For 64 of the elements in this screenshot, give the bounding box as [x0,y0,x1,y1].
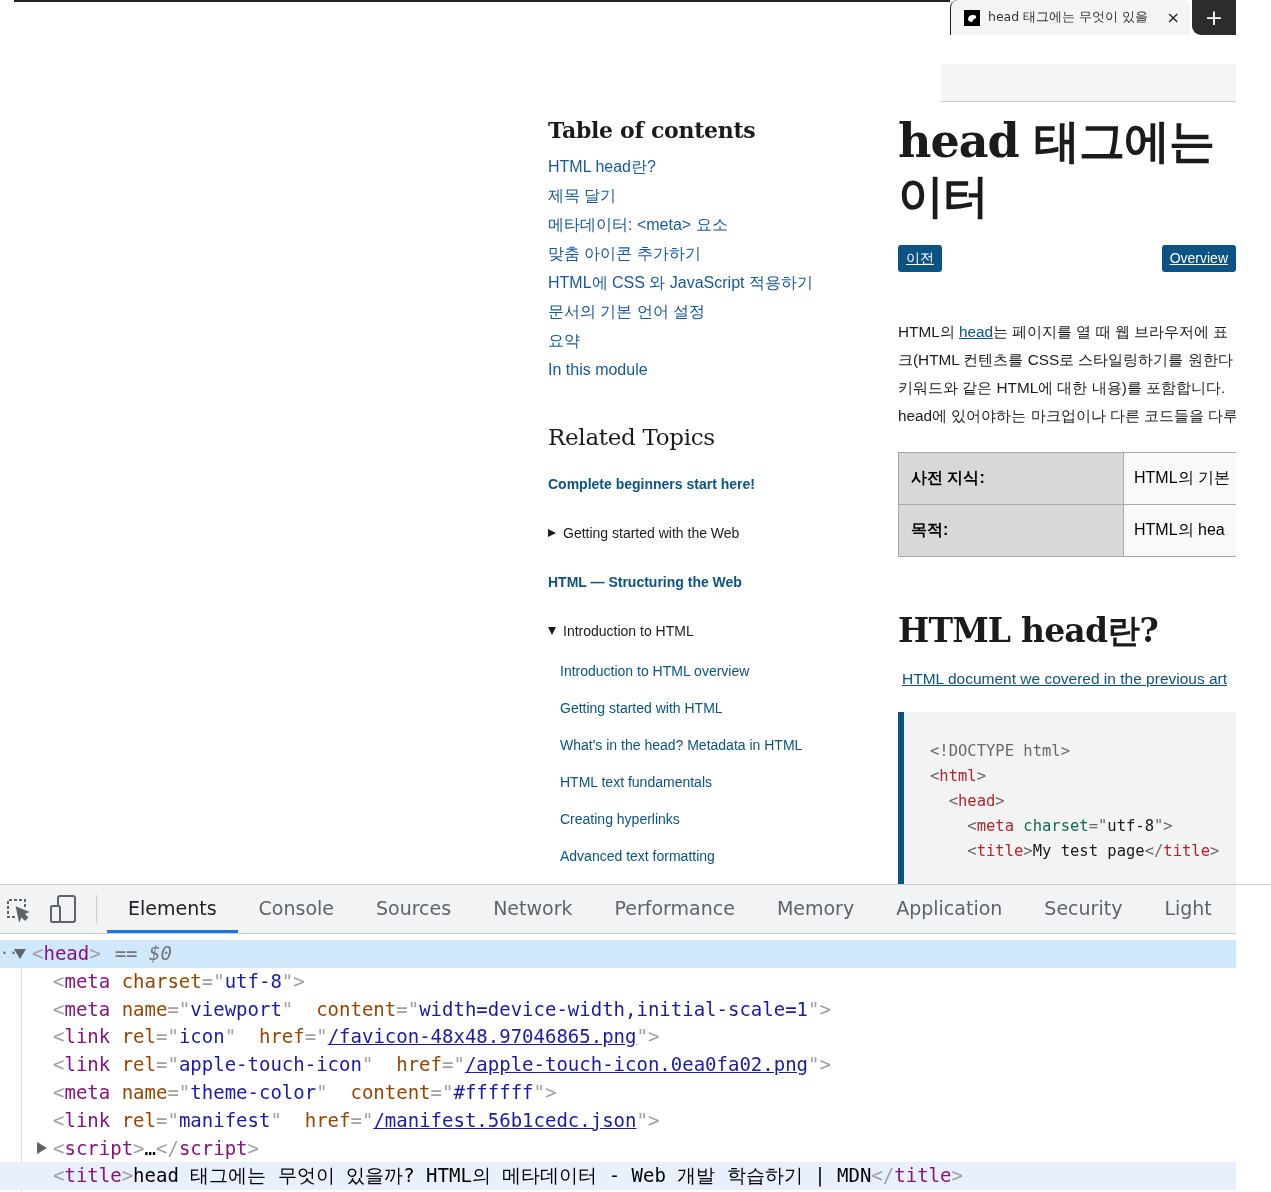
module-link[interactable]: What's in the head? Metadata in HTML [560,727,803,764]
module-link[interactable]: Introduction to HTML overview [560,653,750,690]
code-line: <meta charset="utf-8"> [966,816,1173,837]
devtools-tab[interactable]: Elements [107,885,238,933]
devtools-tab[interactable]: Application [875,885,1024,933]
text-link[interactable]: head [958,323,993,340]
code-line: <title>My test page</title> [966,841,1220,862]
code-line: <head> [947,791,1005,812]
module-link[interactable]: Creating hyperlinks [560,801,680,838]
table-header-cell: 목적: [898,504,1124,557]
group-label: Getting started with the Web [563,524,740,543]
dom-node[interactable]: <script>…</script> [53,1134,259,1163]
toc-link[interactable]: 메타데이터: <meta> 요소 [548,210,728,239]
toc-link[interactable]: In this module [548,355,648,384]
toc-link[interactable]: 맞춤 아이콘 추가하기 [548,239,701,268]
dom-node[interactable]: <head> [32,940,101,968]
module-link[interactable]: Advanced text formatting [560,838,715,875]
code-line: <html> [930,766,986,787]
toc-link[interactable]: 요약 [548,326,580,355]
new-tab-button[interactable]: + [1192,0,1236,35]
toc-link[interactable]: HTML head란? [548,152,656,181]
dom-node[interactable]: <meta name="theme-color" content="#ffffff"> [53,1079,557,1107]
related-topics-heading: Related Topics [548,424,716,450]
dom-node[interactable]: <link rel="icon" href="/favicon-48x48.97046865.png"> [53,1023,660,1052]
toc-link[interactable]: HTML에 CSS 와 JavaScript 적용하기 [548,268,813,297]
group-toggle[interactable]: Introduction to HTML [548,621,898,641]
module-link[interactable]: HTML text fundamentals [560,764,712,801]
section-link[interactable]: HTML — Structuring the Web [548,572,742,592]
devtools-tab[interactable]: Light [1143,885,1233,933]
nav-button[interactable]: Overview [1161,245,1236,272]
toc-link[interactable]: 제목 달기 [548,181,617,210]
expanded-triangle-icon[interactable] [14,948,26,959]
devtools-tab[interactable]: Console [237,885,355,933]
module-link[interactable]: Getting started with HTML [560,690,723,727]
section-heading: HTML head란? [898,610,1158,652]
close-button[interactable]: × [1164,8,1182,27]
devtools-tab[interactable]: Performance [593,885,756,933]
table-cell: HTML의 기본 [1123,452,1236,505]
dom-node[interactable]: <meta charset="utf-8"> [53,967,305,996]
devtools-tab[interactable]: Memory [755,885,876,933]
group-label: Introduction to HTML [563,622,694,641]
page-heading: 이터 [898,169,988,224]
console-reference: == $0 [114,941,172,966]
dom-node[interactable]: <meta name="viewport" content="width=device-width,initial-scale=1"> [53,995,831,1024]
toc-heading: Table of contents [548,117,757,143]
nav-button[interactable]: 이전 [898,245,942,272]
devtools-tab[interactable]: Security [1023,885,1144,933]
table-cell: HTML의 hea [1123,504,1236,557]
favicon-icon [964,9,980,26]
inspect-icon [5,896,30,922]
text-link[interactable]: HTML document we covered in the previous art [902,670,1228,688]
dom-node[interactable]: <link rel="apple-touch-icon" href="/apple-touch-icon.0ea0fa02.png"> [53,1051,831,1079]
section-link[interactable]: Complete beginners start here! [548,474,755,494]
browser-tab[interactable]: head 태그에는 무엇이 있을 × [950,0,1190,35]
code-line: <!DOCTYPE html> [930,741,1070,762]
devtools-tab[interactable]: Sources [355,885,473,933]
toc-link[interactable]: 문서의 기본 언어 설정 [548,297,706,326]
group-toggle[interactable]: Getting started with the Web [548,523,898,543]
table-header-cell: 사전 지식: [898,452,1124,505]
tab-title: head 태그에는 무엇이 있을 [988,9,1150,26]
device-toggle-icon [50,895,76,923]
page-heading: head 태그에는 [898,114,1214,169]
dom-node[interactable]: <link rel="manifest" href="/manifest.56b1cedc.json"> [53,1106,660,1135]
devtools-tab[interactable]: Network [472,885,594,933]
